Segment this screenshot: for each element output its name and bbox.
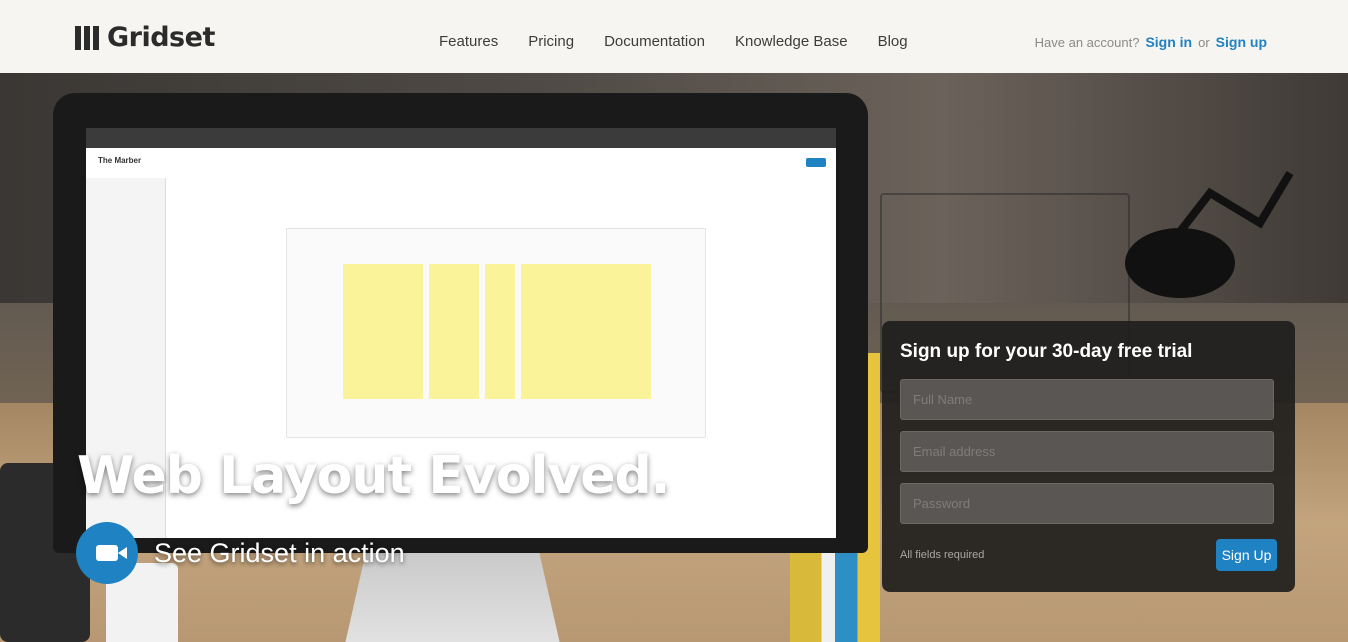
fields-required-note: All fields required — [900, 549, 985, 561]
grid-column — [429, 264, 479, 399]
account-prompt: Have an account? — [1034, 35, 1140, 50]
screen-grid-canvas — [286, 228, 706, 438]
sign-up-button[interactable]: Sign Up — [1216, 539, 1277, 571]
logo-text: Gridset — [107, 22, 215, 53]
account-links: Have an account? Sign in or Sign up — [1035, 34, 1267, 50]
nav-knowledge-base[interactable]: Knowledge Base — [735, 33, 848, 50]
screen-save-button — [806, 158, 826, 167]
nav-documentation[interactable]: Documentation — [604, 33, 705, 50]
grid-column — [521, 264, 651, 399]
grid-column — [485, 264, 515, 399]
video-camera-icon[interactable] — [76, 522, 138, 584]
hero-section: The Marber Web Layout Evolved. See Grids… — [0, 73, 1348, 642]
grid-logo-icon — [75, 25, 99, 50]
main-nav: Features Pricing Documentation Knowledge… — [439, 33, 908, 50]
desk-lamp-image — [1125, 170, 1294, 298]
nav-pricing[interactable]: Pricing — [528, 33, 574, 50]
screen-topbar — [86, 128, 836, 148]
nav-blog[interactable]: Blog — [878, 33, 908, 50]
video-cta[interactable]: See Gridset in action — [76, 522, 405, 584]
full-name-field[interactable] — [900, 379, 1274, 420]
password-field[interactable] — [900, 483, 1274, 524]
sign-up-link[interactable]: Sign up — [1216, 34, 1267, 50]
screen-app-title: The Marber — [98, 156, 142, 165]
sign-in-link[interactable]: Sign in — [1145, 34, 1192, 50]
email-field[interactable] — [900, 431, 1274, 472]
signup-form: Sign up for your 30-day free trial All f… — [882, 321, 1295, 592]
video-cta-label[interactable]: See Gridset in action — [154, 538, 405, 569]
signup-title: Sign up for your 30-day free trial — [900, 341, 1193, 362]
signup-footer: All fields required Sign Up — [900, 539, 1277, 571]
hero-title: Web Layout Evolved. — [77, 446, 670, 506]
grid-column — [343, 264, 423, 399]
site-header: Gridset Features Pricing Documentation K… — [0, 0, 1348, 73]
or-text: or — [1198, 35, 1210, 50]
gridset-logo[interactable]: Gridset — [75, 22, 215, 53]
nav-features[interactable]: Features — [439, 33, 498, 50]
